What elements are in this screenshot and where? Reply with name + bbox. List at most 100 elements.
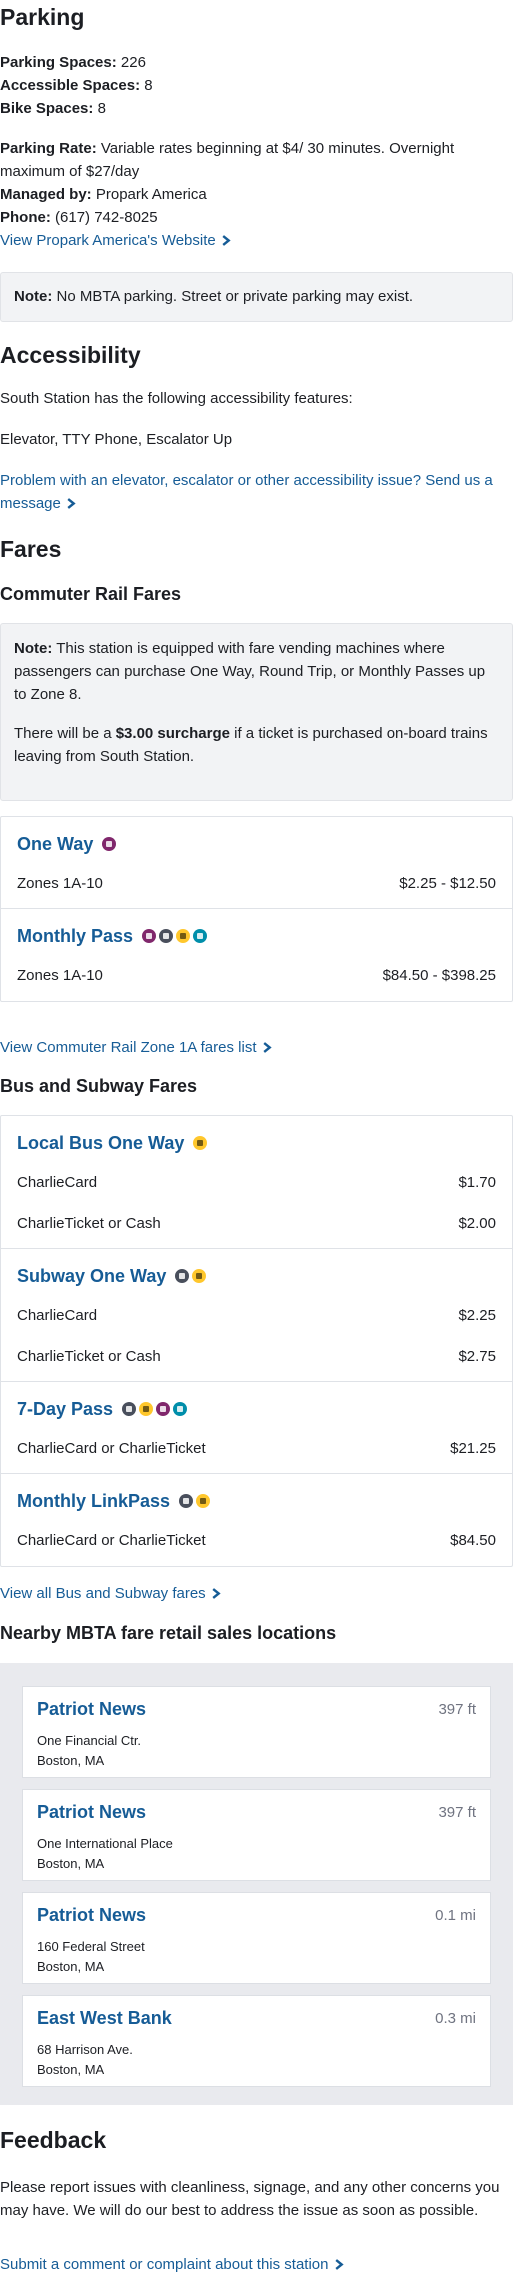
commuter-rail-icon bbox=[142, 929, 157, 943]
fare-row-label: Zones 1A-10 bbox=[17, 875, 103, 892]
ferry-icon bbox=[193, 929, 208, 943]
propark-website-link-text: View Propark America's Website bbox=[0, 232, 216, 249]
fare-title: One Way bbox=[17, 831, 496, 857]
surcharge-text: There will be a $3.00 surcharge if a tic… bbox=[14, 725, 488, 765]
fare-row-value: $1.70 bbox=[458, 1174, 496, 1191]
fare-row: CharlieCard or CharlieTicket $84.50 bbox=[17, 1520, 496, 1561]
managed-by: Managed by: Propark America bbox=[0, 186, 207, 203]
address-line: Boston, MA bbox=[37, 2062, 105, 2077]
fare-row: CharlieCard $2.25 bbox=[17, 1295, 496, 1336]
feedback-text: Please report issues with cleanliness, s… bbox=[0, 2179, 500, 2219]
fare-row: CharlieCard or CharlieTicket $21.25 bbox=[17, 1428, 496, 1469]
fares-heading: Fares bbox=[0, 536, 62, 562]
sales-locations-list: Patriot News 397 ft One Financial Ctr. B… bbox=[0, 1663, 513, 2105]
fare-block-monthly-pass: Monthly Pass Zones 1A-10 $84.50 - $398.2… bbox=[1, 909, 512, 1001]
parking-note: Note: No MBTA parking. Street or private… bbox=[0, 272, 513, 322]
commuter-rail-icon bbox=[156, 1402, 171, 1416]
bus-icon bbox=[176, 929, 191, 943]
sales-location-name: Patriot News bbox=[37, 1699, 147, 1719]
sales-location-address: 160 Federal Street Boston, MA bbox=[37, 1937, 476, 1977]
sales-location[interactable]: Patriot News 0.1 mi 160 Federal Street B… bbox=[22, 1892, 491, 1984]
sales-locations-heading: Nearby MBTA fare retail sales locations bbox=[0, 1623, 337, 1643]
fare-title: Monthly Pass bbox=[17, 923, 496, 949]
sales-location-distance: 0.1 mi bbox=[435, 1907, 476, 1924]
bus-subway-fares-link-text: View all Bus and Subway fares bbox=[0, 1585, 206, 1602]
fare-title: Subway One Way bbox=[17, 1263, 496, 1289]
address-line: 160 Federal Street bbox=[37, 1939, 145, 1954]
sales-location-name: Patriot News bbox=[37, 1905, 147, 1925]
fare-row-label: CharlieCard bbox=[17, 1307, 98, 1324]
fare-block-one-way: One Way Zones 1A-10 $2.25 - $12.50 bbox=[1, 817, 512, 909]
propark-website-link[interactable]: View Propark America's Website bbox=[0, 229, 232, 252]
fare-row-value: $84.50 bbox=[450, 1532, 496, 1549]
fare-row: Zones 1A-10 $84.50 - $398.25 bbox=[17, 955, 496, 996]
feedback-heading: Feedback bbox=[0, 2127, 107, 2153]
commuter-rail-fares-link[interactable]: View Commuter Rail Zone 1A fares list bbox=[0, 1036, 273, 1059]
fare-title-text: Monthly Pass bbox=[17, 926, 134, 946]
commuter-rail-fare-card: One Way Zones 1A-10 $2.25 - $12.50 Month… bbox=[0, 816, 513, 1002]
sales-location-distance: 397 ft bbox=[438, 1701, 476, 1718]
bus-icon bbox=[196, 1494, 211, 1508]
bike-spaces: Bike Spaces: 8 bbox=[0, 100, 106, 117]
fare-row: Zones 1A-10 $2.25 - $12.50 bbox=[17, 863, 496, 904]
parking-spaces: Parking Spaces: 226 bbox=[0, 54, 146, 71]
commuter-rail-heading: Commuter Rail Fares bbox=[0, 584, 182, 604]
fare-row-value: $2.25 bbox=[458, 1307, 496, 1324]
accessibility-features: Elevator, TTY Phone, Escalator Up bbox=[0, 431, 233, 448]
arrow-right-icon bbox=[262, 1042, 272, 1053]
bus-icon bbox=[192, 1269, 207, 1283]
accessibility-heading: Accessibility bbox=[0, 342, 141, 368]
fare-row-label: CharlieCard or CharlieTicket bbox=[17, 1532, 206, 1549]
sales-location-address: 68 Harrison Ave. Boston, MA bbox=[37, 2040, 476, 2080]
fare-row: CharlieCard $1.70 bbox=[17, 1162, 496, 1203]
fare-block-local-bus: Local Bus One Way CharlieCard $1.70 Char… bbox=[1, 1116, 512, 1249]
commuter-note-text: Note: This station is equipped with fare… bbox=[14, 640, 486, 703]
fare-block-subway: Subway One Way CharlieCard $2.25 Charlie… bbox=[1, 1249, 512, 1382]
sales-location[interactable]: East West Bank 0.3 mi 68 Harrison Ave. B… bbox=[22, 1995, 491, 2087]
sales-location-address: One Financial Ctr. Boston, MA bbox=[37, 1731, 476, 1771]
fare-row-label: CharlieTicket or Cash bbox=[17, 1348, 161, 1365]
fare-row-label: CharlieCard bbox=[17, 1174, 98, 1191]
accessible-spaces: Accessible Spaces: 8 bbox=[0, 77, 153, 94]
sales-location-address: One International Place Boston, MA bbox=[37, 1834, 476, 1874]
fare-block-7-day-pass: 7-Day Pass CharlieCard or CharlieTicket … bbox=[1, 1382, 512, 1474]
sales-location-name: East West Bank bbox=[37, 2008, 172, 2028]
address-line: One International Place bbox=[37, 1836, 173, 1851]
arrow-right-icon bbox=[222, 235, 231, 246]
fare-row-label: CharlieCard or CharlieTicket bbox=[17, 1440, 206, 1457]
bus-icon bbox=[193, 1136, 208, 1150]
commuter-rail-fares-link-text: View Commuter Rail Zone 1A fares list bbox=[0, 1039, 257, 1056]
station-info-page: Parking Parking Spaces: 226 Accessible S… bbox=[0, 0, 513, 2285]
phone: Phone: (617) 742-8025 bbox=[0, 209, 158, 226]
commuter-rail-note: Note: This station is equipped with fare… bbox=[0, 623, 513, 801]
subway-icon bbox=[122, 1402, 137, 1416]
fare-row-label: Zones 1A-10 bbox=[17, 967, 103, 984]
fare-title-text: Local Bus One Way bbox=[17, 1133, 185, 1153]
fare-title-text: One Way bbox=[17, 834, 94, 854]
address-line: 68 Harrison Ave. bbox=[37, 2042, 133, 2057]
sales-location-distance: 397 ft bbox=[438, 1804, 476, 1821]
subway-icon bbox=[175, 1269, 190, 1283]
fare-row-value: $2.75 bbox=[458, 1348, 496, 1365]
address-line: Boston, MA bbox=[37, 1959, 105, 1974]
bus-subway-fares-link[interactable]: View all Bus and Subway fares bbox=[0, 1582, 222, 1605]
bus-subway-heading: Bus and Subway Fares bbox=[0, 1076, 198, 1096]
fare-block-monthly-linkpass: Monthly LinkPass CharlieCard or CharlieT… bbox=[1, 1474, 512, 1566]
fare-title-text: Monthly LinkPass bbox=[17, 1491, 171, 1511]
fare-row-value: $84.50 - $398.25 bbox=[382, 967, 496, 984]
bus-subway-fare-card: Local Bus One Way CharlieCard $1.70 Char… bbox=[0, 1115, 513, 1567]
bus-icon bbox=[139, 1402, 154, 1416]
sales-location-name: Patriot News bbox=[37, 1802, 147, 1822]
fare-row-label: CharlieTicket or Cash bbox=[17, 1215, 161, 1232]
fare-title-text: Subway One Way bbox=[17, 1266, 167, 1286]
parking-rate: Parking Rate: Variable rates beginning a… bbox=[0, 140, 455, 180]
sales-location[interactable]: Patriot News 397 ft One Financial Ctr. B… bbox=[22, 1686, 491, 1778]
accessibility-report-link[interactable]: Problem with an elevator, escalator or o… bbox=[0, 469, 510, 515]
feedback-submit-link[interactable]: Submit a comment or complaint about this… bbox=[0, 2253, 345, 2276]
address-line: One Financial Ctr. bbox=[37, 1733, 142, 1748]
sales-location[interactable]: Patriot News 397 ft One International Pl… bbox=[22, 1789, 491, 1881]
fare-row-value: $2.25 - $12.50 bbox=[399, 875, 496, 892]
subway-icon bbox=[179, 1494, 194, 1508]
accessibility-intro: South Station has the following accessib… bbox=[0, 390, 353, 407]
fare-row-value: $2.00 bbox=[458, 1215, 496, 1232]
